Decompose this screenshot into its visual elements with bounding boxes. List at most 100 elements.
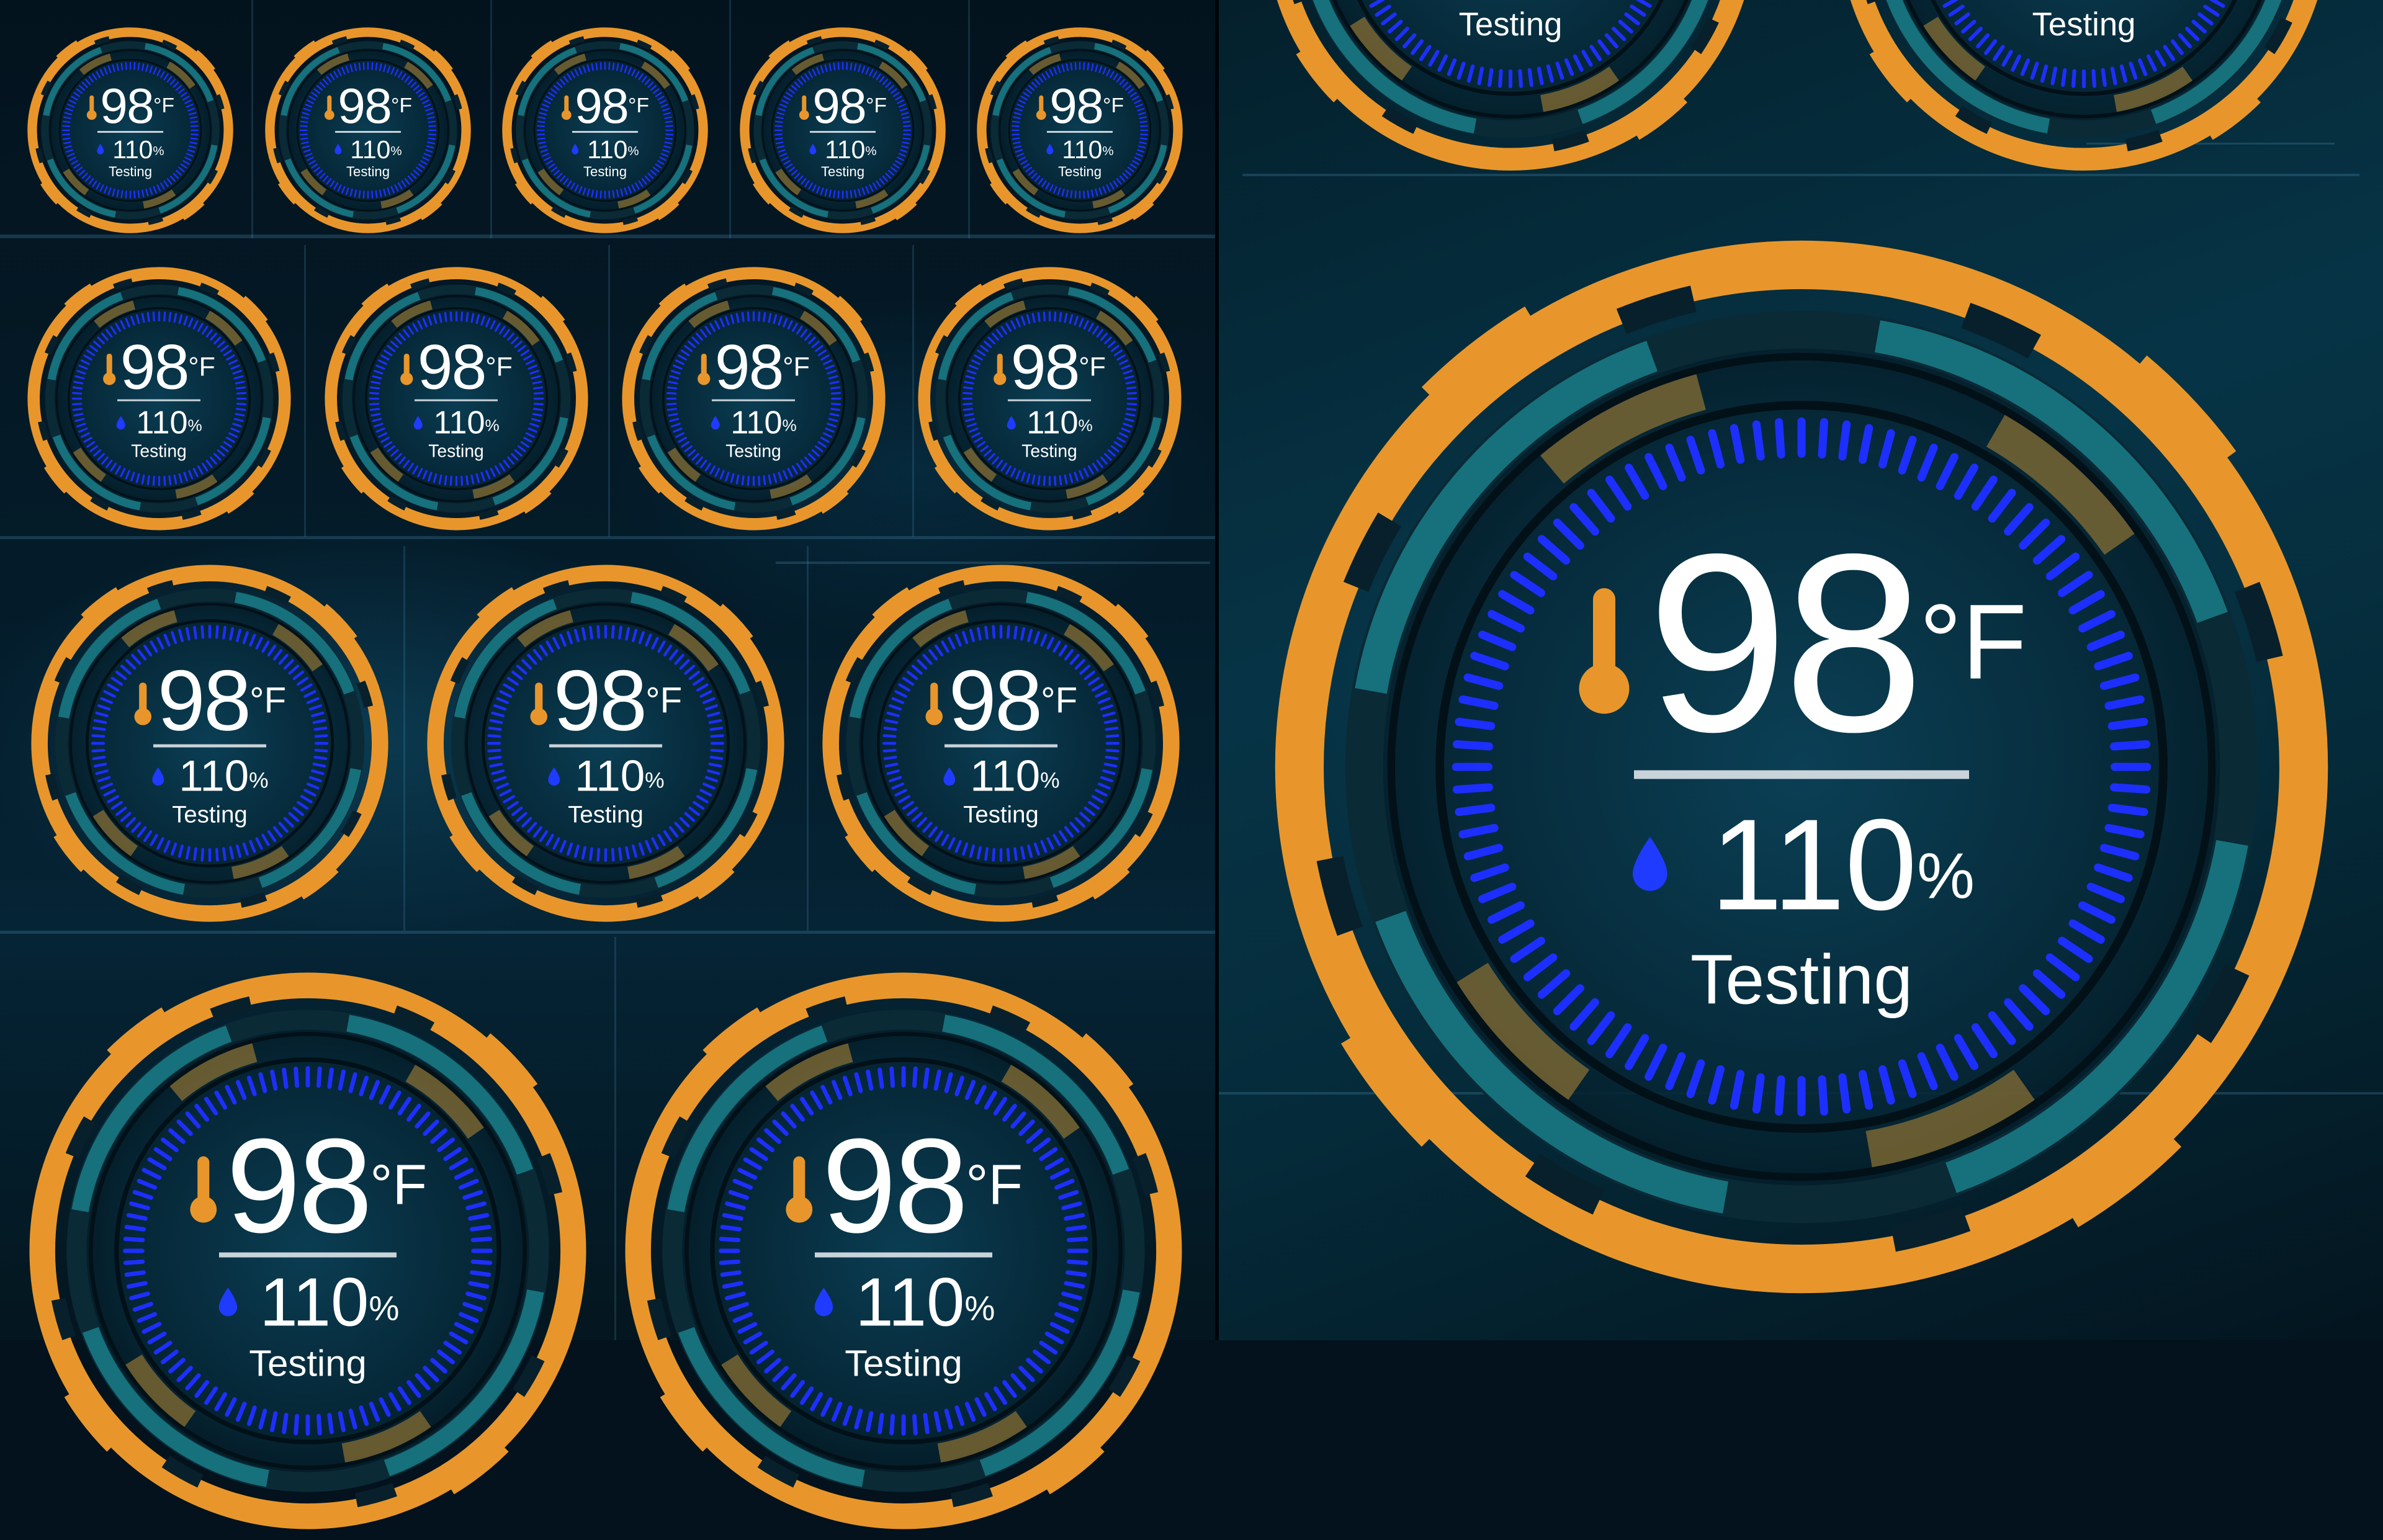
- humidity-value: 110: [259, 1264, 369, 1341]
- sensor-gauge[interactable]: 98°F110%Testing: [1262, 227, 2341, 1307]
- readout-divider: [810, 131, 876, 133]
- gauge-label: Testing: [131, 441, 187, 462]
- sensor-gauge[interactable]: 98°F110%Testing: [263, 25, 473, 236]
- sensor-gauge[interactable]: 98°F110%Testing: [1833, 0, 2335, 177]
- readout-divider: [153, 744, 267, 748]
- readout-divider: [1634, 770, 1969, 779]
- gauge-label: Testing: [568, 801, 644, 828]
- thermometer-icon: [561, 95, 572, 120]
- sensor-gauge[interactable]: 98°F110%Testing: [22, 965, 593, 1536]
- thermometer-icon: [786, 1156, 813, 1223]
- panel-divider: [1215, 0, 1219, 1340]
- sensor-gauge[interactable]: 98°F110%Testing: [1259, 0, 1762, 177]
- background-grid-line: [403, 546, 405, 931]
- humidity-value: 110: [1026, 405, 1079, 441]
- humidity-drop-icon: [1632, 837, 1667, 892]
- humidity-unit: %: [249, 768, 269, 793]
- sensor-gauge[interactable]: 98°F110%Testing: [500, 25, 711, 236]
- sensor-gauge[interactable]: 98°F110%Testing: [618, 965, 1189, 1536]
- temperature-row: 98 °F: [925, 652, 1078, 749]
- humidity-row: 110%: [1046, 137, 1114, 163]
- sensor-gauge[interactable]: 98°F110%Testing: [25, 25, 236, 236]
- gauge-readout: 98°F110%Testing: [24, 265, 294, 535]
- humidity-row: 110%: [1006, 405, 1093, 441]
- humidity-unit: %: [1078, 416, 1093, 436]
- humidity-row: 110%: [217, 1264, 400, 1341]
- humidity-row: 110%: [334, 137, 402, 163]
- gauge-label: Testing: [1690, 940, 1913, 1019]
- gauge-label: Testing: [845, 1342, 963, 1384]
- gauge-label: Testing: [1057, 163, 1102, 179]
- sensor-gauge[interactable]: 98°F110%Testing: [321, 264, 591, 534]
- humidity-row: 110%: [942, 754, 1060, 799]
- gauge-readout: 98°F110%Testing: [27, 563, 393, 929]
- temperature-row: 98 °F: [324, 81, 412, 130]
- sensor-gauge[interactable]: 98°F110%Testing: [24, 264, 294, 534]
- temperature-unit: °F: [249, 681, 287, 722]
- thermometer-icon: [324, 95, 334, 120]
- humidity-unit: %: [1102, 145, 1114, 159]
- humidity-value: 110: [730, 405, 783, 441]
- humidity-row: 110%: [710, 405, 797, 441]
- temperature-row: 98 °F: [133, 658, 287, 744]
- humidity-drop-icon: [117, 416, 125, 429]
- gauge-label: Testing: [2032, 6, 2136, 43]
- humidity-drop-icon: [1007, 416, 1016, 429]
- sensor-gauge[interactable]: 98°F110%Testing: [915, 264, 1185, 534]
- gauge-label: Testing: [583, 163, 627, 179]
- temperature-unit: °F: [1041, 681, 1078, 722]
- background-grid-line: [490, 0, 492, 238]
- gauge-readout: 98°F110%Testing: [25, 26, 236, 237]
- temperature-value: 98: [120, 331, 190, 403]
- thermometer-icon: [1036, 95, 1046, 120]
- temperature-row: 98 °F: [529, 658, 682, 744]
- readout-divider: [414, 399, 498, 401]
- background-grid-line: [968, 0, 970, 238]
- humidity-unit: %: [485, 416, 500, 436]
- humidity-unit: %: [369, 1289, 400, 1328]
- readout-divider: [572, 131, 638, 133]
- readout-divider: [944, 744, 1058, 748]
- humidity-value: 110: [587, 135, 628, 164]
- thermometer-icon: [1579, 588, 1630, 714]
- humidity-unit: %: [865, 145, 877, 159]
- thermometer-icon: [190, 1156, 217, 1223]
- thermometer-icon: [925, 683, 943, 725]
- temperature-row: 98 °F: [86, 81, 174, 130]
- background-grid-line: [0, 931, 1218, 934]
- humidity-value: 110: [575, 751, 645, 801]
- humidity-value: 110: [136, 405, 188, 441]
- humidity-row: 110%: [151, 754, 269, 799]
- temperature-value: 98: [948, 652, 1043, 749]
- gauge-readout: 98°F110%Testing: [737, 26, 948, 237]
- sensor-gauge[interactable]: 98°F110%Testing: [737, 25, 948, 236]
- humidity-value: 110: [825, 135, 866, 164]
- gauge-label: Testing: [1458, 6, 1563, 43]
- gauge-label: Testing: [820, 163, 864, 179]
- temperature-unit: °F: [1079, 352, 1106, 382]
- thermometer-icon: [86, 95, 97, 120]
- humidity-value: 110: [2042, 0, 2138, 1]
- humidity-row: 110%: [812, 1268, 995, 1337]
- readout-divider: [711, 399, 796, 401]
- humidity-unit: %: [1040, 768, 1060, 793]
- thermometer-icon: [530, 683, 547, 725]
- temperature-unit: °F: [966, 1153, 1023, 1217]
- gauge-readout: 98°F110%Testing: [263, 26, 473, 237]
- humidity-drop-icon: [218, 1287, 237, 1317]
- humidity-drop-icon: [814, 1287, 833, 1317]
- sensor-gauge[interactable]: 98°F 110%Testing: [974, 25, 1185, 236]
- humidity-unit: %: [1917, 839, 1975, 913]
- readout-divider: [335, 131, 401, 133]
- sensor-gauge[interactable]: 98°F110%Testing: [423, 560, 789, 926]
- sensor-gauge[interactable]: 98°F110%Testing: [818, 560, 1184, 926]
- temperature-row: 98 °F: [1036, 81, 1124, 130]
- temperature-row: 98 °F: [102, 331, 215, 403]
- temperature-unit: °F: [866, 94, 887, 117]
- gauge-readout: 98°F110%Testing: [1833, 0, 2335, 180]
- temperature-row: 98 °F: [993, 335, 1106, 399]
- sensor-gauge[interactable]: 98°F110%Testing: [27, 560, 393, 926]
- sensor-gauge[interactable]: 98°F110%Testing: [619, 264, 889, 534]
- humidity-unit: %: [390, 145, 402, 159]
- humidity-value: 110: [433, 405, 485, 441]
